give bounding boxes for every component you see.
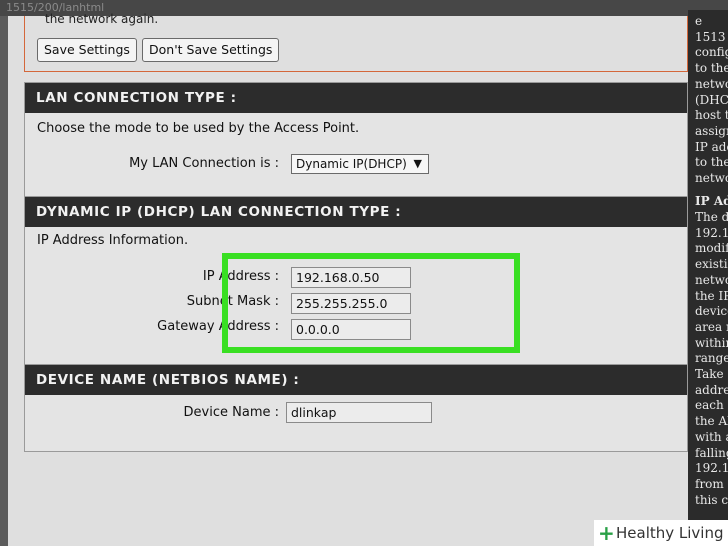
help-text-line: modif xyxy=(695,241,728,256)
lan-connection-label: My LAN Connection is : xyxy=(129,156,279,171)
save-settings-button[interactable]: Save Settings xyxy=(37,38,137,62)
help-text-line: to the xyxy=(695,155,728,170)
lan-connection-description: Choose the mode to be used by the Access… xyxy=(37,121,360,136)
save-settings-panel: the network again. Save Settings Don't S… xyxy=(24,12,688,72)
ip-fields-highlight-box xyxy=(222,253,520,353)
help-text-line: (DHCP xyxy=(695,92,728,107)
device-name-section: DEVICE NAME (NETBIOS NAME) : Device Name… xyxy=(24,364,688,452)
help-text-line: 1513 xyxy=(695,29,726,44)
plus-logo-icon: + xyxy=(598,521,615,545)
dhcp-header: DYNAMIC IP (DHCP) LAN CONNECTION TYPE : xyxy=(25,197,687,227)
lan-connection-selected-value: Dynamic IP(DHCP) xyxy=(296,157,407,171)
device-name-label: Device Name : xyxy=(183,405,279,420)
help-text-line: netwo xyxy=(695,272,728,287)
device-name-input[interactable]: dlinkap xyxy=(286,402,432,423)
lan-connection-header: LAN CONNECTION TYPE : xyxy=(25,83,687,113)
healthy-living-watermark: + Healthy Living xyxy=(594,520,728,546)
help-text-line: IP ado xyxy=(695,139,728,154)
help-text-line: the IP xyxy=(695,288,728,303)
help-text-line: within xyxy=(695,335,728,350)
help-text-line: falling xyxy=(695,445,728,460)
help-text-line: Take xyxy=(695,367,724,381)
chevron-down-icon: ▼ xyxy=(413,157,422,170)
help-text-line: from 1 xyxy=(695,476,728,491)
help-text-line: range xyxy=(695,351,728,366)
help-text-line: The d xyxy=(695,210,728,224)
watermark-text: Healthy Living xyxy=(616,524,724,542)
help-text-line: addre xyxy=(695,382,728,397)
lan-connection-select[interactable]: Dynamic IP(DHCP) ▼ xyxy=(291,154,429,174)
help-text-line: to the xyxy=(695,61,728,76)
help-text-line: e xyxy=(695,14,703,28)
help-text-line: 192.1 xyxy=(695,225,728,240)
help-text-line: the Al xyxy=(695,414,728,429)
help-text-line: assign xyxy=(695,123,728,138)
help-text-line: config xyxy=(695,45,728,60)
ip-info-label: IP Address Information. xyxy=(37,233,189,248)
help-text-line: with a xyxy=(695,429,728,444)
dont-save-settings-button[interactable]: Don't Save Settings xyxy=(142,38,280,62)
help-text-line: area r xyxy=(695,319,728,334)
help-text-line: existi xyxy=(695,257,728,272)
truncated-instruction-text: the network again. xyxy=(45,12,159,26)
help-heading-ip-address: IP Ad xyxy=(695,194,728,208)
help-text-line: 192.1 xyxy=(695,461,728,476)
help-text-line: host t xyxy=(695,108,728,123)
help-sidebar: e1513configto thenetwo(DHCPhost tassignI… xyxy=(688,10,728,546)
help-text-line: device xyxy=(695,304,728,319)
help-text-line: netwo xyxy=(695,76,728,91)
help-text-line: this ca xyxy=(695,492,728,507)
device-name-header: DEVICE NAME (NETBIOS NAME) : xyxy=(25,365,687,395)
help-text-line: netwo xyxy=(695,171,728,185)
help-text-line: each xyxy=(695,398,724,413)
lan-connection-section: LAN CONNECTION TYPE : Choose the mode to… xyxy=(24,82,688,200)
